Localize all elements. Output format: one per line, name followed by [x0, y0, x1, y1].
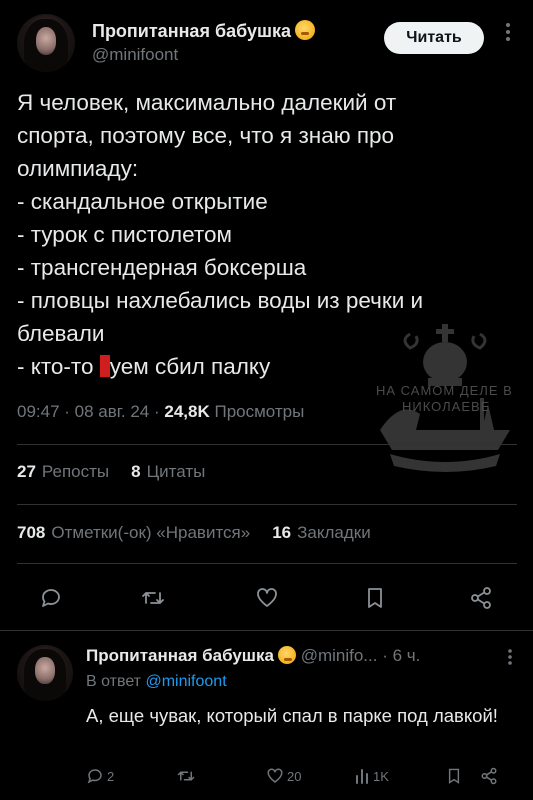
reply-time[interactable]: · 6 ч. [382, 646, 420, 665]
reply-text: А, еще чувак, который спал в парке под л… [86, 705, 498, 726]
avatar-face [34, 657, 56, 685]
reply-replies-count: 2 [107, 768, 115, 784]
views-label: Просмотры [214, 402, 305, 421]
like-icon [267, 768, 283, 783]
bookmarks-link[interactable]: 16 Закладки [272, 523, 371, 542]
retweet-icon[interactable] [135, 580, 171, 616]
likes-bookmarks-stats: 708 Отметки(-ок) «Нравится» 16 Закладки [17, 523, 371, 543]
tweet-time[interactable]: 09:47 [17, 402, 60, 421]
reply-more-options-icon[interactable] [502, 648, 518, 666]
retweet-icon [177, 771, 195, 781]
replying-to: В ответ @minifoont [86, 673, 227, 691]
bookmark-icon[interactable] [357, 580, 393, 616]
tweet-line-prefix: - кто-то [17, 354, 100, 379]
divider [17, 444, 517, 445]
tweet-line: Я человек, максимально далекий от [17, 90, 397, 115]
tweet-action-bar [17, 580, 517, 616]
tweet-line-suffix: уем сбил палку [109, 354, 271, 379]
divider [17, 504, 517, 505]
reply-reply-button[interactable]: 2 [86, 767, 114, 785]
reply-retweet-button[interactable] [176, 767, 196, 785]
views-count: 24,8K [164, 402, 210, 421]
tweet-line: олимпиаду: [17, 156, 139, 181]
quotes-count: 8 [131, 462, 141, 481]
likes-link[interactable]: 708 Отметки(-ок) «Нравится» [17, 523, 250, 542]
tweet-meta: 09:47 · 08 авг. 24 · 24,8K Просмотры [17, 402, 305, 421]
reply-share-button[interactable] [480, 767, 498, 785]
replying-to-prefix: В ответ [86, 673, 142, 690]
avatar-face [35, 26, 57, 55]
watermark-text-line1: НА САМОМ ДЕЛЕ В [376, 383, 513, 398]
watermark-text-line2: НИКОЛАЕВЕ [402, 399, 491, 414]
tweet-line: - пловцы нахлебались воды из речки и [17, 288, 424, 313]
author-name-text: Пропитанная бабушка [92, 21, 291, 41]
more-options-icon[interactable] [500, 22, 516, 42]
reply-author-handle[interactable]: @minifo... [301, 646, 378, 665]
share-icon [481, 767, 497, 785]
tweet-line: - трансгендерная боксерша [17, 255, 307, 280]
likes-label: Отметки(-ок) «Нравится» [51, 523, 251, 542]
reply-icon [87, 769, 102, 784]
reply-likes-count: 20 [287, 768, 302, 784]
reply-icon[interactable] [33, 580, 69, 616]
reposts-link[interactable]: 27 Репосты [17, 462, 109, 481]
share-icon[interactable] [463, 580, 499, 616]
tweet-line: - скандальное открытие [17, 189, 268, 214]
replying-to-handle[interactable]: @minifoont [145, 673, 226, 690]
quotes-label: Цитаты [146, 462, 206, 481]
reposts-count: 27 [17, 462, 36, 481]
reply-like-button[interactable]: 20 [266, 767, 301, 785]
bookmarks-label: Закладки [297, 523, 371, 542]
reply-bookmark-button[interactable] [446, 767, 462, 785]
reply-author-name[interactable]: Пропитанная бабушка [86, 646, 274, 665]
follow-button[interactable]: Читать [384, 22, 484, 54]
tweet-line: - турок с пистолетом [17, 222, 232, 247]
divider [0, 630, 533, 631]
reposts-quotes-stats: 27 Репосты 8 Цитаты [17, 462, 205, 482]
reply-author-line: Пропитанная бабушка @minifo... · 6 ч. [86, 646, 420, 666]
reply-views-button[interactable]: 1K [354, 767, 389, 785]
author-handle[interactable]: @minifoont [92, 45, 178, 65]
divider [17, 563, 517, 564]
reply-views-count: 1K [373, 768, 389, 784]
author-name[interactable]: Пропитанная бабушка [92, 20, 315, 42]
reply-author-avatar[interactable] [17, 645, 73, 701]
views-chart-icon [356, 769, 368, 784]
tweet-line: спорта, поэтому все, что я знаю про [17, 123, 395, 148]
pleading-face-emoji-icon [295, 20, 315, 40]
reply-action-bar: 2 20 1K [86, 767, 516, 793]
pleading-face-emoji-icon [277, 646, 296, 664]
bookmarks-count: 16 [272, 523, 292, 542]
likes-count: 708 [17, 523, 46, 542]
reposts-label: Репосты [41, 462, 110, 481]
quotes-link[interactable]: 8 Цитаты [131, 462, 205, 481]
author-avatar[interactable] [17, 14, 75, 72]
censor-mark [99, 355, 110, 377]
like-icon[interactable] [249, 580, 285, 616]
bookmark-icon [448, 768, 460, 784]
tweet-date[interactable]: 08 авг. 24 [75, 402, 150, 421]
